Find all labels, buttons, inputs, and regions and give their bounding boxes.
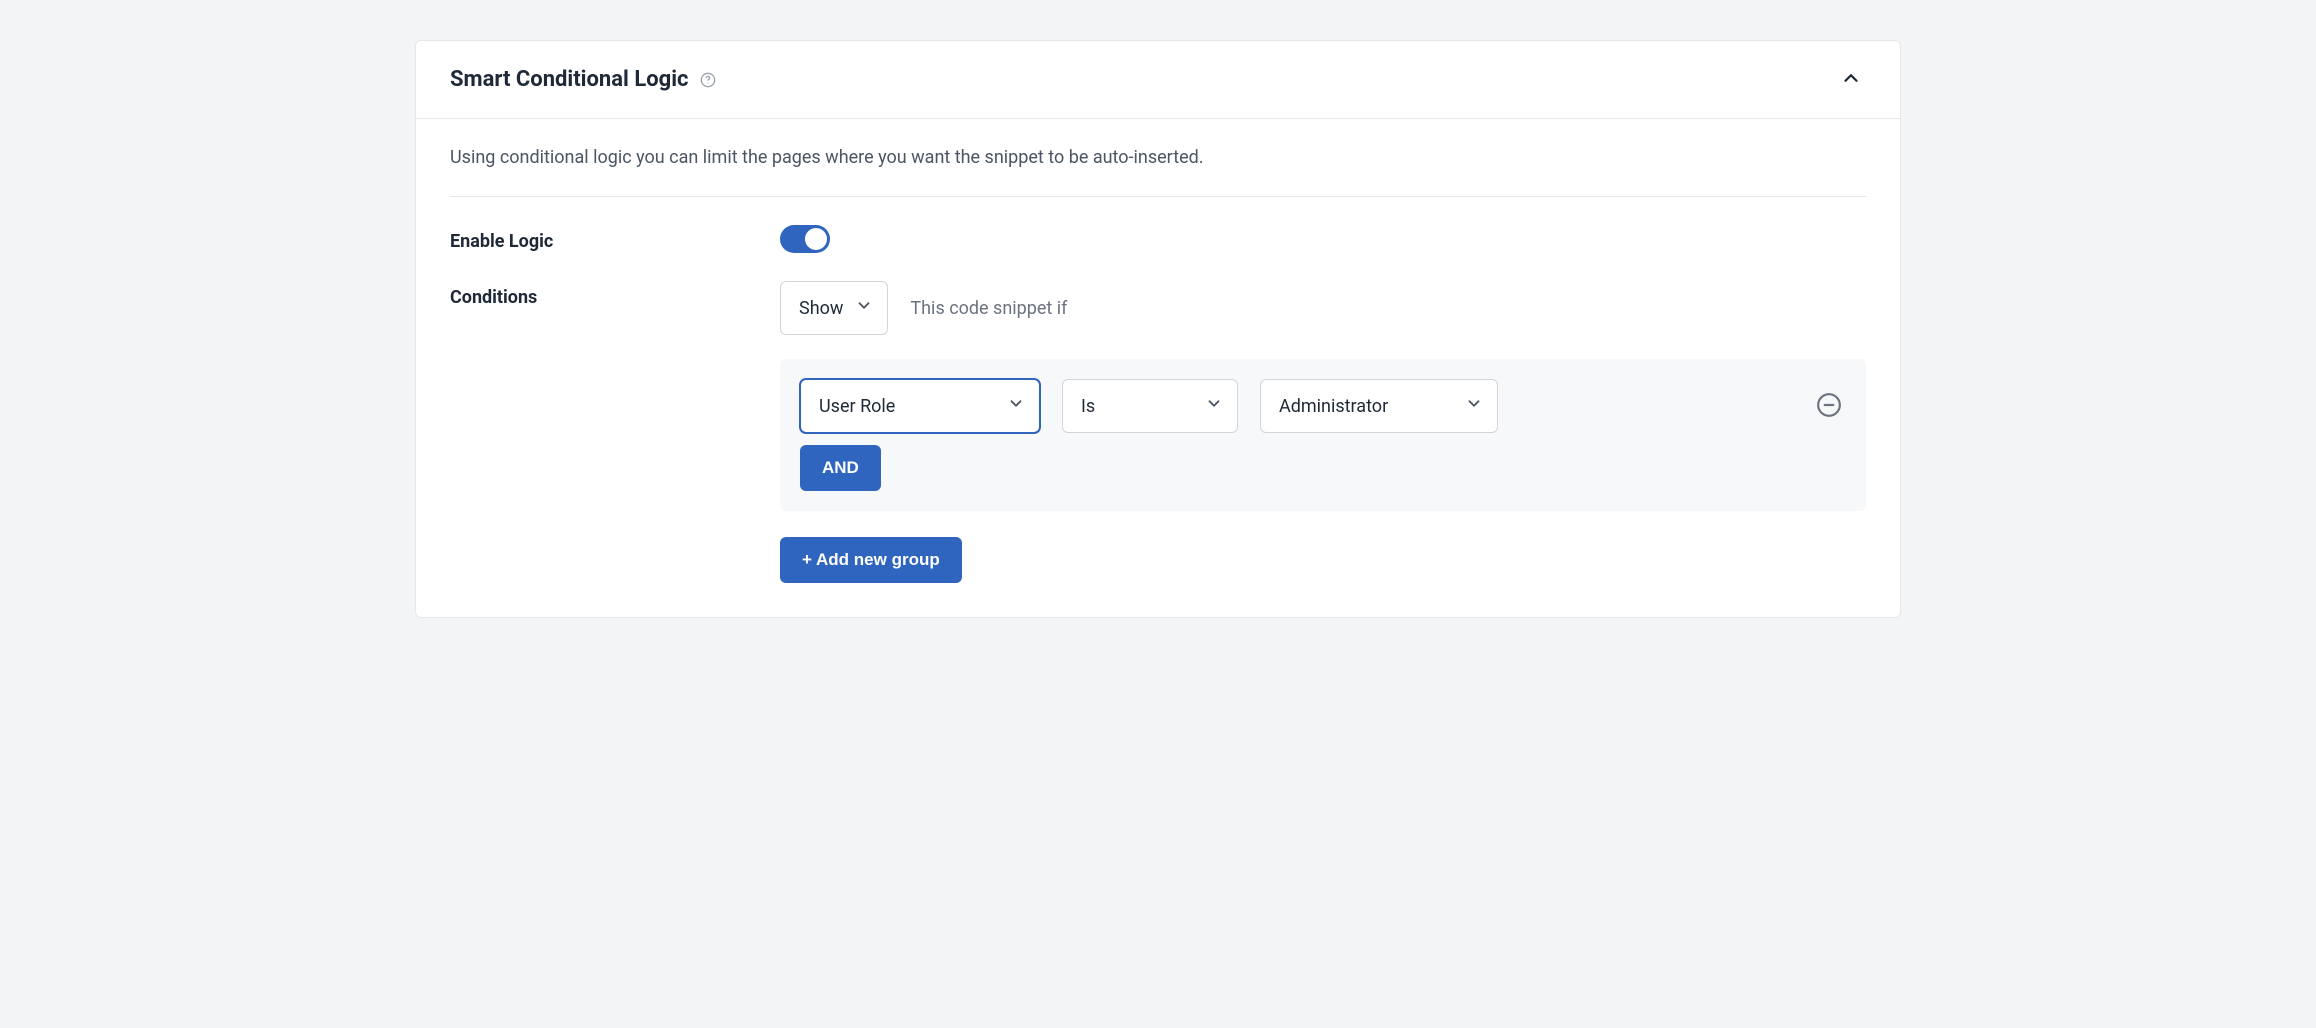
snippet-if-text: This code snippet if <box>910 298 1067 319</box>
conditions-row: Conditions Show This code snippet if Use… <box>450 281 1866 583</box>
toggle-knob <box>805 228 827 250</box>
help-icon[interactable] <box>699 71 717 89</box>
rule-operator-select[interactable]: Is <box>1062 379 1238 433</box>
rule-subject-value: User Role <box>819 396 895 417</box>
enable-logic-toggle[interactable] <box>780 225 830 253</box>
panel-title: Smart Conditional Logic <box>450 67 717 92</box>
chevron-up-icon <box>1840 67 1862 92</box>
action-select[interactable]: Show <box>780 281 888 335</box>
chevron-down-icon <box>1007 395 1025 418</box>
panel-title-text: Smart Conditional Logic <box>450 67 689 92</box>
rule-subject-select[interactable]: User Role <box>800 379 1040 433</box>
remove-rule-button[interactable] <box>1812 388 1846 425</box>
panel-body: Using conditional logic you can limit th… <box>416 119 1900 617</box>
panel-header: Smart Conditional Logic <box>416 41 1900 119</box>
conditions-label: Conditions <box>450 281 780 308</box>
rule-value-select[interactable]: Administrator <box>1260 379 1498 433</box>
enable-logic-label: Enable Logic <box>450 225 780 252</box>
conditions-action-row: Show This code snippet if <box>780 281 1866 335</box>
condition-group: User Role Is Administrator <box>780 359 1866 511</box>
enable-logic-control <box>780 225 1866 253</box>
rule-value-value: Administrator <box>1279 396 1388 417</box>
and-button[interactable]: AND <box>800 445 881 491</box>
minus-circle-icon <box>1816 392 1842 421</box>
action-select-value: Show <box>799 298 843 319</box>
chevron-down-icon <box>1465 395 1483 418</box>
enable-logic-row: Enable Logic <box>450 225 1866 253</box>
add-group-button[interactable]: + Add new group <box>780 537 962 583</box>
chevron-down-icon <box>1205 395 1223 418</box>
panel-description: Using conditional logic you can limit th… <box>450 147 1866 197</box>
rule-operator-value: Is <box>1081 396 1095 417</box>
conditional-logic-panel: Smart Conditional Logic Using conditiona… <box>415 40 1901 618</box>
collapse-button[interactable] <box>1836 63 1866 96</box>
conditions-control: Show This code snippet if User Role <box>780 281 1866 583</box>
chevron-down-icon <box>855 297 873 320</box>
rule-row: User Role Is Administrator <box>800 379 1846 433</box>
